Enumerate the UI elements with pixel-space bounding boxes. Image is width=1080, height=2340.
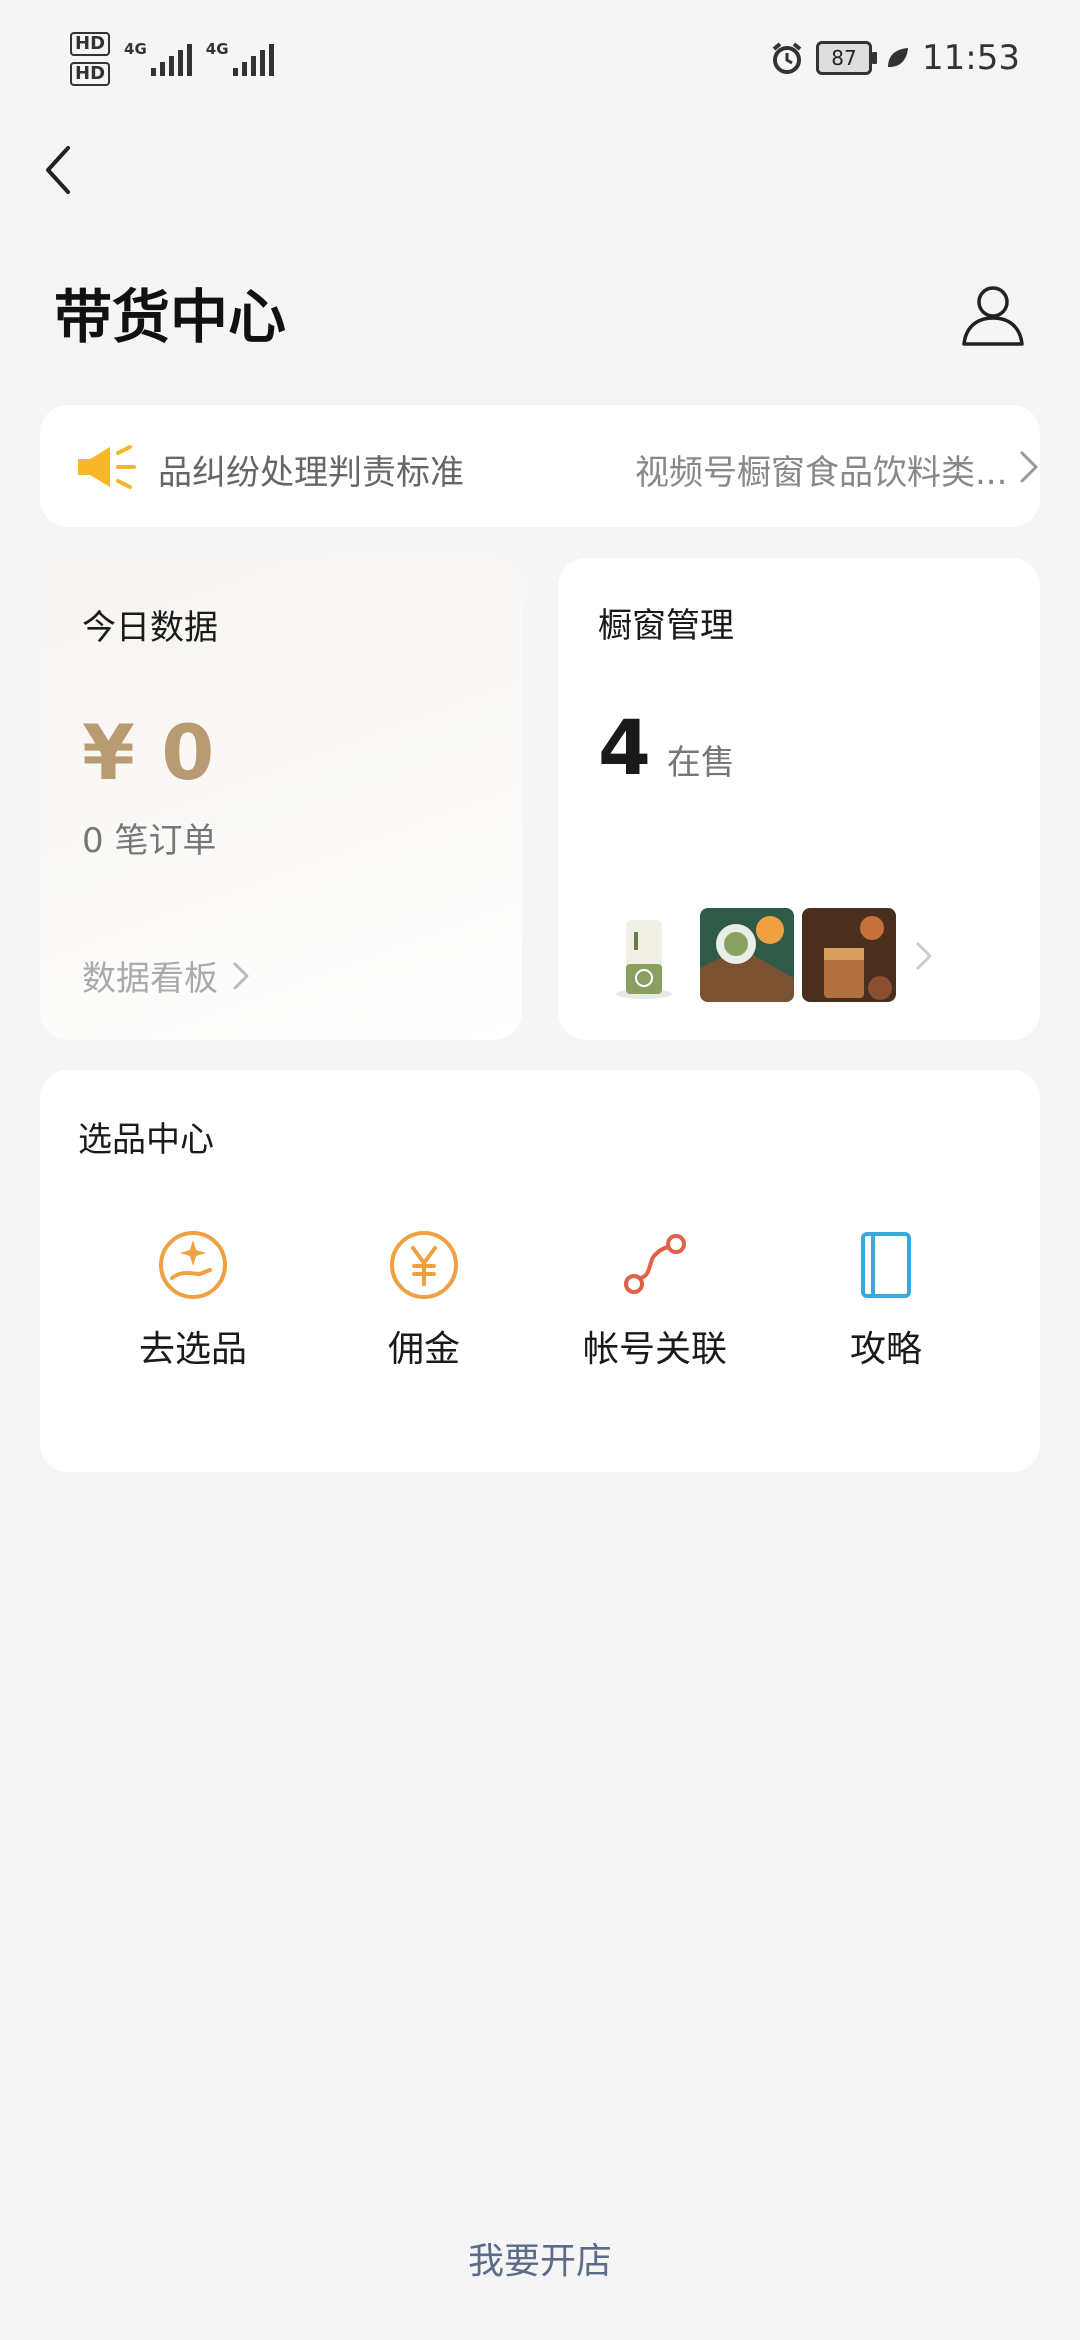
can-image (598, 908, 692, 1002)
data-dashboard-label: 数据看板 (82, 959, 218, 999)
product-thumbnail-sauce[interactable] (802, 908, 896, 1002)
yen-coin-icon (390, 1231, 458, 1299)
go-select-label: 去选品 (138, 1329, 247, 1370)
product-thumbnail-jar[interactable] (700, 908, 794, 1002)
open-store-link[interactable]: 我要开店 (0, 2232, 1080, 2284)
hd-badge-2: HD (70, 62, 111, 86)
sauce-image (802, 908, 896, 1002)
profile-icon[interactable] (960, 282, 1026, 348)
back-arrow-icon[interactable] (36, 140, 86, 200)
today-amount: ¥ 0 (82, 708, 215, 797)
data-dashboard-link[interactable]: 数据看板 (82, 951, 250, 1000)
page-title: 带货中心 (54, 283, 287, 351)
status-left: HD HD 4G 4G (70, 32, 274, 86)
select-product-icon (159, 1231, 227, 1299)
signal-icon-2: 4G (206, 40, 274, 76)
account-link-button[interactable]: 帐号关联 (555, 1228, 755, 1372)
guide-button[interactable]: 攻略 (786, 1228, 986, 1372)
chevron-right-icon (916, 942, 932, 970)
today-heading: 今日数据 (82, 608, 218, 648)
on-sale-number: 4 (598, 703, 651, 792)
commission-label: 佣金 (387, 1329, 460, 1370)
book-icon (861, 1232, 911, 1298)
link-icon (624, 1234, 686, 1294)
account-link-label: 帐号关联 (582, 1329, 727, 1370)
guide-label: 攻略 (849, 1329, 922, 1370)
today-data-card[interactable]: 今日数据 ¥ 0 0 笔订单 数据看板 (40, 558, 522, 1040)
hd-badge-1: HD (70, 32, 111, 56)
product-thumbnail-can[interactable] (598, 908, 692, 1002)
leaf-icon (888, 48, 909, 67)
notice-text-1[interactable]: 品纠纷处理判责标准 (158, 445, 464, 494)
jar-image (700, 908, 794, 1002)
notice-banner[interactable]: 品纠纷处理判责标准 视频号橱窗食品饮料类... (40, 405, 1040, 527)
chevron-right-icon (1020, 451, 1038, 483)
alarm-icon (772, 42, 802, 74)
on-sale-count: 4 在售 (598, 703, 735, 792)
speaker-icon (78, 445, 136, 489)
window-heading: 橱窗管理 (598, 606, 734, 646)
notice-text-2[interactable]: 视频号橱窗食品饮料类... (635, 445, 1015, 494)
on-sale-label: 在售 (666, 743, 735, 783)
today-orders: 0 笔订单 (82, 821, 217, 861)
selection-center-card: 选品中心 去选品 佣金 帐号关联 攻略 (40, 1070, 1040, 1472)
status-right: 87 11:53 (770, 38, 1020, 78)
window-management-card[interactable]: 橱窗管理 4 在售 (558, 558, 1040, 1040)
selection-heading: 选品中心 (78, 1120, 214, 1160)
clock: 11:53 (922, 38, 1020, 78)
status-bar: HD HD 4G 4G 87 11:53 (0, 0, 1080, 120)
signal-icon-1: 4G (124, 40, 192, 76)
chevron-right-icon (233, 962, 249, 989)
sim-indicators: HD HD (70, 32, 111, 86)
battery-icon: 87 (816, 41, 878, 75)
go-select-button[interactable]: 去选品 (93, 1228, 293, 1372)
commission-button[interactable]: 佣金 (324, 1228, 524, 1372)
